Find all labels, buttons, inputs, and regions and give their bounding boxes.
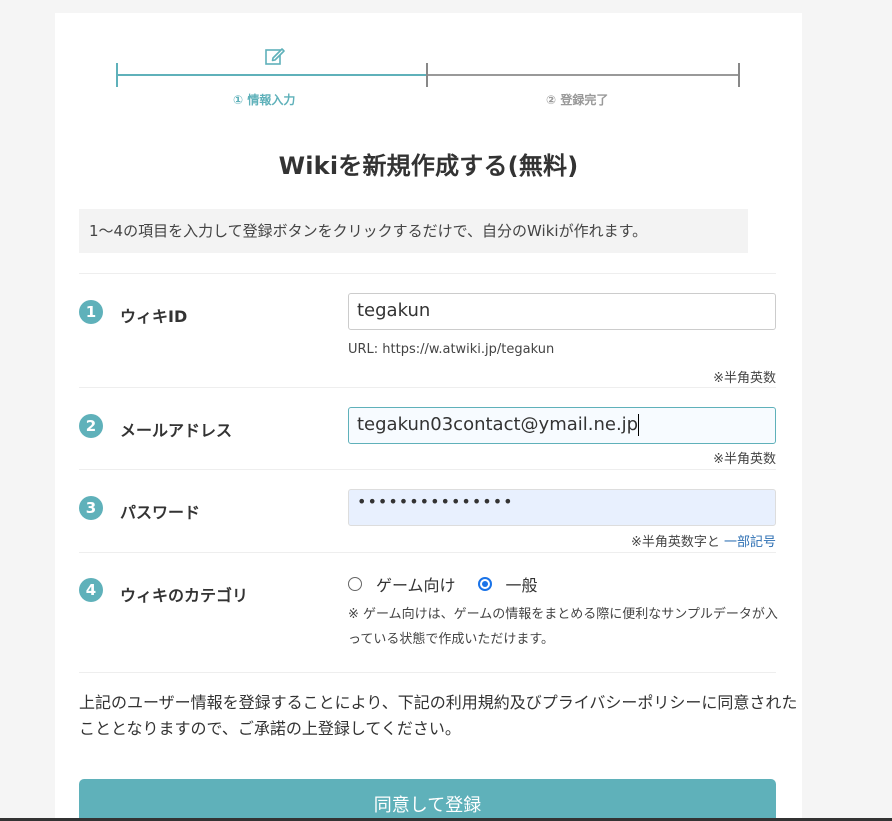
agree-register-button[interactable]: 同意して登録 (79, 779, 776, 821)
edit-icon (265, 48, 285, 65)
step-tick (116, 63, 118, 87)
step-number-4: 4 (79, 578, 103, 602)
email-note: ※半角英数 (713, 452, 776, 467)
radio-game-label[interactable]: ゲーム向け (376, 572, 456, 596)
intro-text: 1〜4の項目を入力して登録ボタンをクリックするだけで、自分のWikiが作れます。 (79, 209, 748, 253)
progress-stepper: ① 情報入力 ② 登録完了 (116, 45, 740, 115)
divider (79, 552, 776, 553)
divider (79, 469, 776, 470)
step-number-3: 3 (79, 496, 103, 520)
divider (79, 672, 776, 673)
wiki-id-note: ※半角英数 (713, 371, 776, 386)
email-value: tegakun03contact@ymail.ne.jp (357, 414, 639, 435)
step-number-2: 2 (79, 414, 103, 438)
step-2-label: ② 登録完了 (546, 93, 609, 107)
email-input[interactable]: tegakun03contact@ymail.ne.jp (348, 407, 776, 444)
category-label: ウィキのカテゴリ (120, 586, 249, 605)
text-caret (638, 414, 640, 436)
agreement-text: 上記のユーザー情報を登録することにより、下記の利用規約及びプライバシーポリシーに… (79, 693, 798, 738)
radio-general[interactable] (477, 577, 492, 591)
step-line-todo (427, 74, 739, 76)
step-tick (426, 63, 428, 87)
step-number-1: 1 (79, 300, 103, 324)
password-note: ※半角英数字と 一部記号 (631, 531, 776, 550)
email-label: メールアドレス (120, 421, 233, 440)
divider (79, 387, 776, 388)
radio-general-label[interactable]: 一般 (506, 572, 538, 596)
wiki-url-hint: URL: https://w.atwiki.jp/tegakun (348, 342, 555, 357)
category-help: ※ ゲーム向けは、ゲームの情報をまとめる際に便利なサンプルデータが入っている状態… (348, 607, 778, 647)
category-radio-group: ゲーム向け 一般 (348, 572, 560, 596)
password-note-text: ※半角英数字と (630, 535, 720, 550)
step-tick (738, 63, 740, 87)
step-1-label: ① 情報入力 (233, 93, 296, 107)
wiki-id-input[interactable]: tegakun (348, 293, 776, 330)
password-input[interactable]: ••••••••••••••• (348, 489, 776, 526)
password-label: パスワード (120, 503, 201, 522)
radio-game[interactable] (348, 577, 362, 591)
wiki-id-label: ウィキID (120, 307, 188, 326)
step-line-done (116, 74, 427, 76)
divider (79, 273, 776, 274)
page-title: Wikiを新規作成する(無料) (278, 152, 579, 180)
symbols-link[interactable]: 一部記号 (724, 535, 776, 550)
